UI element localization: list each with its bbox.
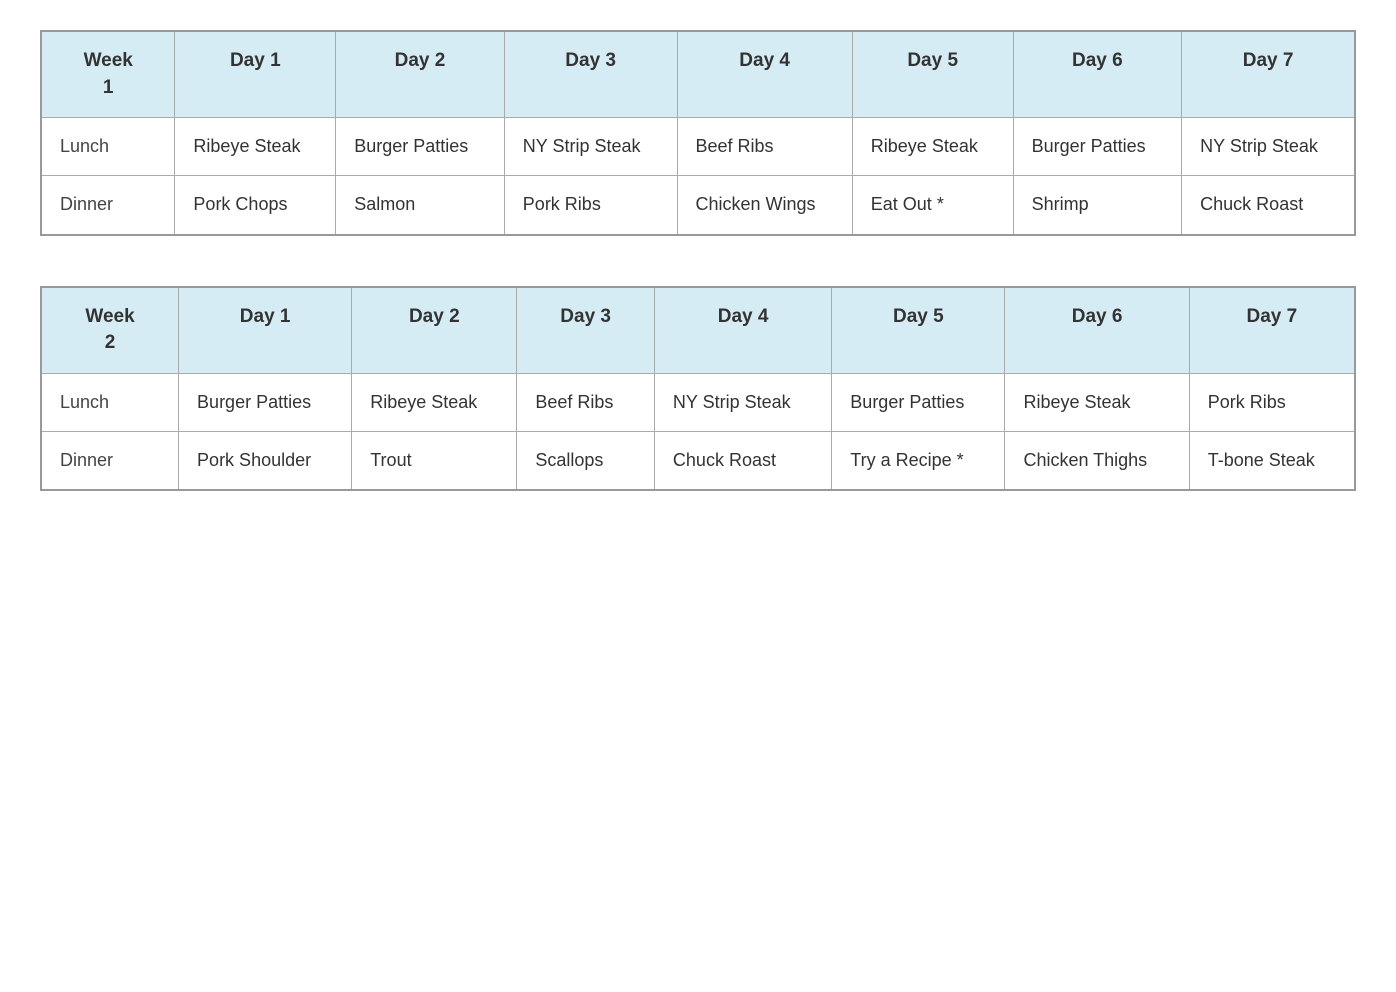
week1-day-5-header: Day 5 bbox=[852, 31, 1013, 118]
week1-row-1-day-2: Salmon bbox=[336, 176, 505, 235]
week2-day-7-header: Day 7 bbox=[1189, 287, 1355, 374]
week1-day-3-header: Day 3 bbox=[504, 31, 677, 118]
week1-row-0-day-1: Ribeye Steak bbox=[175, 118, 336, 176]
week2-row-0-day-5: Burger Patties bbox=[832, 373, 1005, 431]
week2-row-1-day-2: Trout bbox=[352, 431, 517, 490]
week1-day-2-header: Day 2 bbox=[336, 31, 505, 118]
week2-row-1-day-6: Chicken Thighs bbox=[1005, 431, 1189, 490]
week1-row-0-day-2: Burger Patties bbox=[336, 118, 505, 176]
table-week2: Week2Day 1Day 2Day 3Day 4Day 5Day 6Day 7… bbox=[40, 286, 1356, 492]
week2-row-1-day-4: Chuck Roast bbox=[654, 431, 831, 490]
week1-row-0-day-6: Burger Patties bbox=[1013, 118, 1182, 176]
week1-row-1-day-1: Pork Chops bbox=[175, 176, 336, 235]
week1-day-6-header: Day 6 bbox=[1013, 31, 1182, 118]
week1-week-label: Week1 bbox=[41, 31, 175, 118]
week1-row-0-day-4: Beef Ribs bbox=[677, 118, 852, 176]
week2-day-4-header: Day 4 bbox=[654, 287, 831, 374]
week2-row-0-meal-label: Lunch bbox=[41, 373, 179, 431]
week1-day-7-header: Day 7 bbox=[1182, 31, 1355, 118]
week1-row-1-day-6: Shrimp bbox=[1013, 176, 1182, 235]
table-row: LunchBurger PattiesRibeye SteakBeef Ribs… bbox=[41, 373, 1355, 431]
week2-row-0-day-3: Beef Ribs bbox=[517, 373, 655, 431]
week2-row-0-day-7: Pork Ribs bbox=[1189, 373, 1355, 431]
table-row: LunchRibeye SteakBurger PattiesNY Strip … bbox=[41, 118, 1355, 176]
week1-row-1-day-5: Eat Out * bbox=[852, 176, 1013, 235]
week2-day-2-header: Day 2 bbox=[352, 287, 517, 374]
week1-row-1-day-4: Chicken Wings bbox=[677, 176, 852, 235]
week2-row-0-day-4: NY Strip Steak bbox=[654, 373, 831, 431]
week1-row-0-day-5: Ribeye Steak bbox=[852, 118, 1013, 176]
table-week1: Week1Day 1Day 2Day 3Day 4Day 5Day 6Day 7… bbox=[40, 30, 1356, 236]
week1-row-0-day-7: NY Strip Steak bbox=[1182, 118, 1355, 176]
week2-row-1-day-3: Scallops bbox=[517, 431, 655, 490]
week1-row-1-meal-label: Dinner bbox=[41, 176, 175, 235]
week2-row-1-day-7: T-bone Steak bbox=[1189, 431, 1355, 490]
week2-row-0-day-6: Ribeye Steak bbox=[1005, 373, 1189, 431]
week2-row-1-meal-label: Dinner bbox=[41, 431, 179, 490]
week2-row-1-day-5: Try a Recipe * bbox=[832, 431, 1005, 490]
week1-row-1-day-7: Chuck Roast bbox=[1182, 176, 1355, 235]
week2-day-6-header: Day 6 bbox=[1005, 287, 1189, 374]
week2-day-1-header: Day 1 bbox=[179, 287, 352, 374]
table-row: DinnerPork ChopsSalmonPork RibsChicken W… bbox=[41, 176, 1355, 235]
schedule-container: Week1Day 1Day 2Day 3Day 4Day 5Day 6Day 7… bbox=[40, 30, 1356, 491]
week2-day-3-header: Day 3 bbox=[517, 287, 655, 374]
table-row: DinnerPork ShoulderTroutScallopsChuck Ro… bbox=[41, 431, 1355, 490]
week1-day-4-header: Day 4 bbox=[677, 31, 852, 118]
week2-row-1-day-1: Pork Shoulder bbox=[179, 431, 352, 490]
week2-row-0-day-1: Burger Patties bbox=[179, 373, 352, 431]
week1-row-1-day-3: Pork Ribs bbox=[504, 176, 677, 235]
week1-row-0-meal-label: Lunch bbox=[41, 118, 175, 176]
week1-day-1-header: Day 1 bbox=[175, 31, 336, 118]
week2-row-0-day-2: Ribeye Steak bbox=[352, 373, 517, 431]
week1-row-0-day-3: NY Strip Steak bbox=[504, 118, 677, 176]
week2-day-5-header: Day 5 bbox=[832, 287, 1005, 374]
week2-week-label: Week2 bbox=[41, 287, 179, 374]
